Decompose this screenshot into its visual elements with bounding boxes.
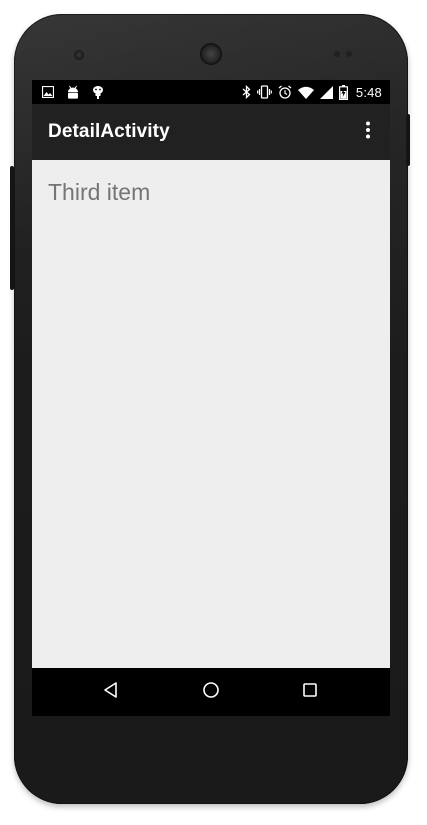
back-icon (102, 681, 120, 704)
back-button[interactable] (99, 680, 123, 704)
status-clock: 5:48 (355, 84, 382, 100)
status-bar: 5:48 (32, 80, 390, 104)
light-sensor (346, 51, 352, 57)
more-vert-icon (365, 121, 371, 144)
power-button (406, 114, 410, 166)
system-status-icons: 5:48 (242, 82, 382, 102)
detail-content: Third item (32, 160, 390, 668)
bluetooth-icon (242, 85, 251, 99)
android-icon (66, 85, 80, 99)
navigation-bar (32, 668, 390, 716)
cell-signal-icon (319, 85, 333, 99)
recents-button[interactable] (298, 680, 322, 704)
home-icon (202, 681, 220, 704)
screen: 5:48 DetailActivity Third item (32, 80, 390, 716)
overflow-menu-button[interactable] (358, 118, 378, 146)
app-bar: DetailActivity (32, 104, 390, 160)
battery-charging-icon (338, 84, 348, 100)
vibrate-icon (256, 85, 272, 99)
earpiece-speaker (200, 43, 222, 65)
debug-icon (92, 85, 104, 99)
notification-icons (42, 84, 104, 100)
image-icon (42, 86, 54, 98)
wifi-icon (297, 86, 314, 99)
detail-text: Third item (48, 179, 151, 205)
alarm-icon (278, 85, 292, 99)
volume-button (10, 166, 14, 290)
recents-icon (302, 682, 318, 703)
app-title: DetailActivity (48, 121, 170, 142)
proximity-sensor (334, 51, 340, 57)
front-camera (74, 50, 84, 60)
home-button[interactable] (199, 680, 223, 704)
